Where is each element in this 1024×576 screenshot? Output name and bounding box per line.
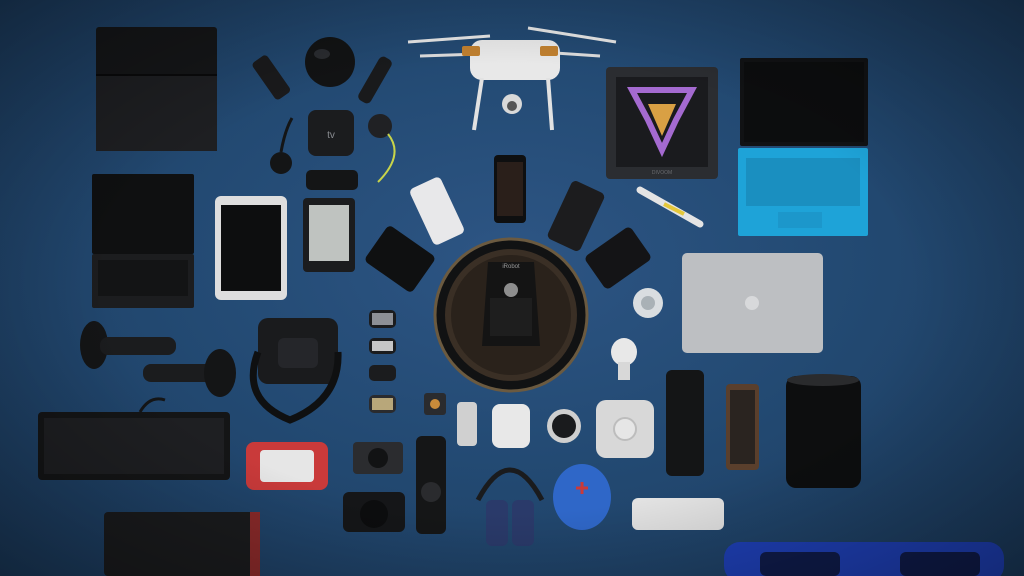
mobile-vr-viewer: [246, 442, 328, 490]
smartwatch-stack: [369, 310, 396, 413]
chromecast-audio: [368, 114, 396, 183]
vacuum-brand: iRobot: [502, 264, 520, 270]
pixel-led-display: DIVOOM: [606, 67, 718, 179]
white-wireless-speaker: [632, 498, 724, 530]
fitness-tracker: [457, 402, 477, 446]
mac-pro-cylinder: [786, 374, 861, 488]
smart-bulb: [611, 338, 637, 380]
game-console: [96, 27, 217, 151]
compact-camera: [353, 442, 403, 474]
smart-lock: [492, 404, 530, 448]
macbook-laptop: [682, 253, 823, 353]
smart-hub-square: [596, 400, 654, 458]
chromecast-dongle: [270, 117, 294, 174]
streaming-stick: [252, 55, 290, 100]
phone-dark-tilted: [547, 181, 605, 251]
gimbal-camera: [416, 436, 446, 534]
smart-speaker-cylinder: [666, 370, 704, 476]
mechanical-keyboard: [38, 397, 230, 480]
electronics-flatlay-photo: tv DIVOOM iRobot: [0, 0, 1024, 576]
action-camera-small: [424, 393, 446, 415]
over-ear-headphones: [475, 467, 545, 546]
vr-controller-right: [143, 349, 236, 397]
sphere-camera: [633, 288, 663, 318]
gaming-pc-case: [104, 512, 260, 576]
apple-tv-label: tv: [327, 130, 335, 141]
led-display-brand: DIVOOM: [652, 170, 672, 176]
spherical-speaker: [305, 37, 355, 87]
e-reader: [303, 198, 355, 272]
vr-headset: [249, 318, 342, 424]
phone-white: [410, 177, 464, 245]
surface-tablet: [738, 58, 868, 236]
dslr-camera: [343, 492, 405, 532]
electric-toothbrush: [636, 186, 704, 228]
vr-controller-left: [80, 321, 176, 369]
smart-thermostat: [547, 409, 581, 443]
robot-vacuum: iRobot: [433, 237, 589, 393]
hoverboard: [724, 542, 1004, 576]
usb-stick: [358, 56, 392, 104]
portable-speaker-brown: [726, 384, 759, 470]
phone-black-upright: [494, 155, 526, 223]
bluetooth-speaker-blue: [553, 464, 611, 530]
fire-tv-remote: [306, 170, 358, 190]
phone-dark-right: [585, 227, 651, 289]
white-tablet: [215, 196, 287, 300]
laptop-keyboard-dock: [92, 174, 194, 308]
phone-black-left: [365, 226, 435, 292]
apple-tv-box: tv: [308, 110, 354, 156]
quadcopter-drone: [407, 26, 617, 131]
